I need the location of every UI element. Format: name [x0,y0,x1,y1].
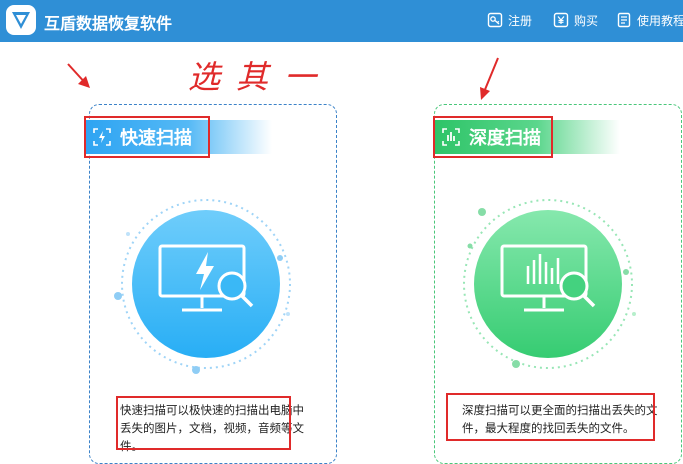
deep-scan-label: 深度扫描 [469,128,541,149]
register-label: 注册 [508,13,533,28]
annotation-arrow-right [480,57,499,100]
buy-label: 购买 [574,13,599,28]
quick-scan-button[interactable] [108,194,308,378]
document-icon [617,12,631,28]
buy-button[interactable]: 购买 [553,10,598,30]
app-title: 互盾数据恢复软件 [44,14,173,33]
yen-icon [553,12,569,28]
quick-scan-description: 快速扫描可以极快速的扫描出电脑中丢失的图片，文档，视频，音频等文件。 [120,403,304,453]
flash-scan-icon [93,128,111,146]
annotation-arrow-left [67,63,90,88]
register-button[interactable]: 注册 [487,10,532,30]
quick-scan-label: 快速扫描 [120,128,192,149]
handwritten-annotation: 选其一 [188,58,333,96]
tutorial-label: 使用教程 [637,13,683,28]
quick-scan-header[interactable]: 快速扫描 [86,120,272,154]
app-logo [6,5,36,35]
title-bar: 互盾数据恢复软件 注册 购买 使用教程 [0,0,683,42]
bars-scan-icon [442,128,460,146]
deep-scan-description: 深度扫描可以更全面的扫描出丢失的文件，最大程度的找回丢失的文件。 [462,403,658,435]
deep-scan-button[interactable] [450,194,650,378]
deep-scan-header[interactable]: 深度扫描 [435,120,620,154]
key-icon [487,12,503,28]
tutorial-button[interactable]: 使用教程 [616,10,683,30]
